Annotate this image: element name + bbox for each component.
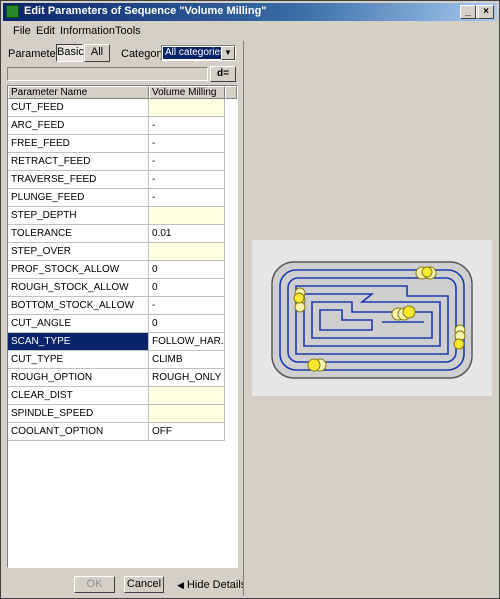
table-row[interactable]: SPINDLE_SPEED — [8, 405, 225, 423]
parameter-name-cell[interactable]: CLEAR_DIST — [8, 387, 149, 405]
ok-button[interactable]: OK — [74, 576, 115, 593]
column-header-parameter-name[interactable]: Parameter Name — [8, 86, 149, 99]
table-row[interactable]: RETRACT_FEED - — [8, 153, 225, 171]
table-header: Parameter Name Volume Milling — [8, 86, 237, 99]
parameter-name-cell[interactable]: PLUNGE_FEED — [8, 189, 149, 207]
table-row[interactable]: BOTTOM_STOCK_ALLOW - — [8, 297, 225, 315]
parameter-value-cell[interactable]: 0 — [149, 315, 225, 333]
header-spacer — [225, 86, 237, 99]
menu-bar: File Edit Information Tools — [3, 22, 497, 40]
parameter-value-cell[interactable]: - — [149, 189, 225, 207]
parameter-name-cell[interactable]: CUT_TYPE — [8, 351, 149, 369]
parameter-name-cell[interactable]: BOTTOM_STOCK_ALLOW — [8, 297, 149, 315]
parameter-value-cell[interactable] — [149, 207, 225, 225]
table-row[interactable]: STEP_OVER — [8, 243, 225, 261]
cancel-button[interactable]: Cancel — [124, 576, 164, 593]
menu-file[interactable]: File — [13, 25, 31, 37]
table-row[interactable]: STEP_DEPTH — [8, 207, 225, 225]
parameter-name-cell[interactable]: STEP_DEPTH — [8, 207, 149, 225]
table-row[interactable]: PROF_STOCK_ALLOW 0 — [8, 261, 225, 279]
minimize-button[interactable]: _ — [460, 5, 476, 19]
parameter-name-cell[interactable]: TOLERANCE — [8, 225, 149, 243]
parameter-name-cell[interactable]: CUT_ANGLE — [8, 315, 149, 333]
parameter-value-cell[interactable]: - — [149, 117, 225, 135]
table-row[interactable]: ROUGH_STOCK_ALLOW 0 — [8, 279, 225, 297]
parameter-value-cell[interactable]: 0 — [149, 261, 225, 279]
parameter-name-cell[interactable]: PROF_STOCK_ALLOW — [8, 261, 149, 279]
parameter-name-cell[interactable]: COOLANT_OPTION — [8, 423, 149, 441]
window-title: Edit Parameters of Sequence "Volume Mill… — [24, 5, 267, 17]
tab-all[interactable]: All — [84, 44, 110, 62]
parameter-name-cell[interactable]: FREE_FEED — [8, 135, 149, 153]
parameter-name-cell[interactable]: RETRACT_FEED — [8, 153, 149, 171]
app-icon — [6, 5, 19, 18]
hide-details-label: Hide Details — [186, 579, 247, 591]
parameter-value-cell[interactable]: CLIMB — [149, 351, 225, 369]
chevron-down-icon[interactable]: ▼ — [221, 46, 235, 60]
details-preview-panel — [243, 41, 498, 596]
table-row[interactable]: CUT_ANGLE 0 — [8, 315, 225, 333]
toolpath-preview-image — [252, 240, 492, 396]
table-row[interactable]: COOLANT_OPTION OFF — [8, 423, 225, 441]
parameter-name-cell[interactable]: CUT_FEED — [8, 99, 149, 117]
table-row[interactable]: PLUNGE_FEED - — [8, 189, 225, 207]
category-selected-value: All categories — [163, 47, 221, 59]
parameter-value-cell[interactable]: 0.01 — [149, 225, 225, 243]
parameter-value-cell[interactable] — [149, 99, 225, 117]
parameter-value-cell[interactable]: 0 — [149, 279, 225, 297]
close-button[interactable]: × — [478, 5, 494, 19]
table-row[interactable]: CUT_TYPE CLIMB — [8, 351, 225, 369]
parameter-value-cell[interactable] — [149, 405, 225, 423]
menu-edit[interactable]: Edit — [36, 25, 55, 37]
table-row[interactable]: FREE_FEED - — [8, 135, 225, 153]
menu-tools[interactable]: Tools — [115, 25, 141, 37]
parameter-value-cell[interactable]: - — [149, 153, 225, 171]
parameter-name-cell[interactable]: ROUGH_STOCK_ALLOW — [8, 279, 149, 297]
parameter-name-cell[interactable]: SCAN_TYPE — [8, 333, 149, 351]
parameter-value-cell[interactable] — [149, 243, 225, 261]
relation-button[interactable]: d= — [210, 66, 236, 82]
parameter-name-cell[interactable]: ROUGH_OPTION — [8, 369, 149, 387]
table-row[interactable]: ARC_FEED - — [8, 117, 225, 135]
table-row[interactable]: TRAVERSE_FEED - — [8, 171, 225, 189]
parameter-value-cell[interactable]: FOLLOW_HAR... — [149, 333, 225, 351]
tab-basic[interactable]: Basic — [56, 44, 84, 62]
parameter-value-cell[interactable]: - — [149, 297, 225, 315]
table-row[interactable]: CUT_FEED — [8, 99, 225, 117]
parameter-value-cell[interactable]: ROUGH_ONLY — [149, 369, 225, 387]
parameter-value-input[interactable] — [7, 67, 208, 81]
parameter-value-cell[interactable] — [149, 387, 225, 405]
parameter-table: Parameter Name Volume Milling CUT_FEED AR… — [7, 85, 238, 568]
table-row[interactable]: CLEAR_DIST — [8, 387, 225, 405]
parameter-name-cell[interactable]: STEP_OVER — [8, 243, 149, 261]
table-row[interactable]: ROUGH_OPTION ROUGH_ONLY — [8, 369, 225, 387]
menu-information[interactable]: Information — [60, 25, 115, 37]
table-row[interactable]: SCAN_TYPE FOLLOW_HAR... — [8, 333, 225, 351]
table-row[interactable]: TOLERANCE 0.01 — [8, 225, 225, 243]
column-header-volume-milling[interactable]: Volume Milling — [149, 86, 225, 99]
arrow-left-icon: ◀ — [177, 580, 184, 590]
parameter-name-cell[interactable]: SPINDLE_SPEED — [8, 405, 149, 423]
hide-details-link[interactable]: ◀ Hide Details — [177, 579, 246, 591]
category-dropdown[interactable]: All categories ▼ — [161, 45, 236, 61]
dialog-window: Edit Parameters of Sequence "Volume Mill… — [0, 0, 500, 599]
toolpath-illustration — [271, 261, 473, 379]
title-bar[interactable]: Edit Parameters of Sequence "Volume Mill… — [3, 3, 497, 21]
parameter-name-cell[interactable]: TRAVERSE_FEED — [8, 171, 149, 189]
parameter-name-cell[interactable]: ARC_FEED — [8, 117, 149, 135]
parameter-value-cell[interactable]: - — [149, 171, 225, 189]
parameter-value-cell[interactable]: - — [149, 135, 225, 153]
parameter-value-cell[interactable]: OFF — [149, 423, 225, 441]
